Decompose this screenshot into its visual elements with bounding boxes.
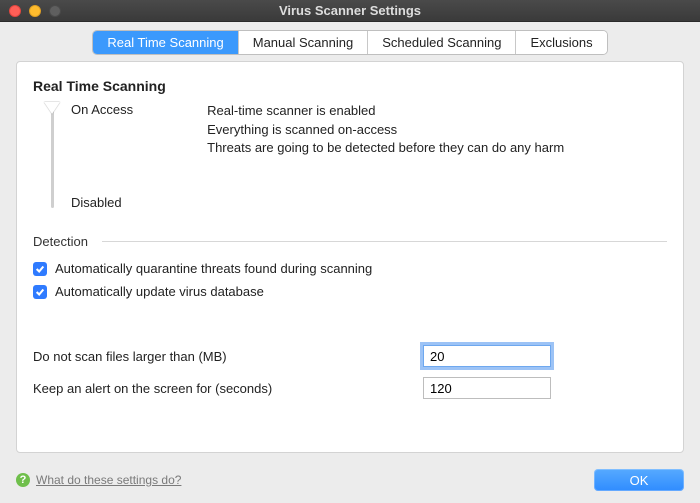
file-size-row: Do not scan files larger than (MB) bbox=[33, 345, 667, 367]
update-label: Automatically update virus database bbox=[55, 284, 264, 299]
ok-button[interactable]: OK bbox=[594, 469, 684, 491]
alert-duration-row: Keep an alert on the screen for (seconds… bbox=[33, 377, 667, 399]
update-checkbox[interactable] bbox=[33, 285, 47, 299]
settings-window: Virus Scanner Settings Real Time Scannin… bbox=[0, 0, 700, 503]
separator bbox=[102, 241, 667, 242]
window-title: Virus Scanner Settings bbox=[0, 3, 700, 18]
checkmark-icon bbox=[35, 264, 45, 274]
file-size-input[interactable] bbox=[423, 345, 551, 367]
file-size-label: Do not scan files larger than (MB) bbox=[33, 349, 423, 364]
content-area: Real Time Scanning Manual Scanning Sched… bbox=[0, 22, 700, 503]
scan-level-slider[interactable] bbox=[51, 106, 54, 208]
alert-duration-label: Keep an alert on the screen for (seconds… bbox=[33, 381, 423, 396]
tab-manual-scanning[interactable]: Manual Scanning bbox=[239, 31, 368, 54]
detection-section-header: Detection bbox=[33, 234, 667, 249]
titlebar: Virus Scanner Settings bbox=[0, 0, 700, 22]
tab-real-time-scanning[interactable]: Real Time Scanning bbox=[93, 31, 238, 54]
tab-bar: Real Time Scanning Manual Scanning Sched… bbox=[0, 22, 700, 61]
slider-label-disabled: Disabled bbox=[71, 195, 133, 210]
checkmark-icon bbox=[35, 287, 45, 297]
alert-duration-input[interactable] bbox=[423, 377, 551, 399]
tab-scheduled-scanning[interactable]: Scheduled Scanning bbox=[368, 31, 516, 54]
panel-title: Real Time Scanning bbox=[33, 78, 667, 94]
slider-label-on-access: On Access bbox=[71, 102, 133, 117]
quarantine-checkbox[interactable] bbox=[33, 262, 47, 276]
update-row: Automatically update virus database bbox=[33, 284, 667, 299]
scan-description: Real-time scanner is enabled Everything … bbox=[207, 102, 564, 210]
real-time-panel: Real Time Scanning On Access Disabled Re… bbox=[16, 61, 684, 453]
desc-line: Everything is scanned on-access bbox=[207, 121, 564, 139]
quarantine-label: Automatically quarantine threats found d… bbox=[55, 261, 372, 276]
desc-line: Threats are going to be detected before … bbox=[207, 139, 564, 157]
help-label: What do these settings do? bbox=[36, 473, 181, 487]
tab-exclusions[interactable]: Exclusions bbox=[516, 31, 606, 54]
help-icon: ? bbox=[16, 473, 30, 487]
section-title: Detection bbox=[33, 234, 88, 249]
scan-level-slider-area: On Access Disabled Real-time scanner is … bbox=[33, 102, 667, 210]
footer: ? What do these settings do? OK bbox=[0, 463, 700, 503]
help-link[interactable]: ? What do these settings do? bbox=[16, 473, 181, 487]
quarantine-row: Automatically quarantine threats found d… bbox=[33, 261, 667, 276]
desc-line: Real-time scanner is enabled bbox=[207, 102, 564, 120]
slider-thumb-icon[interactable] bbox=[44, 102, 60, 114]
